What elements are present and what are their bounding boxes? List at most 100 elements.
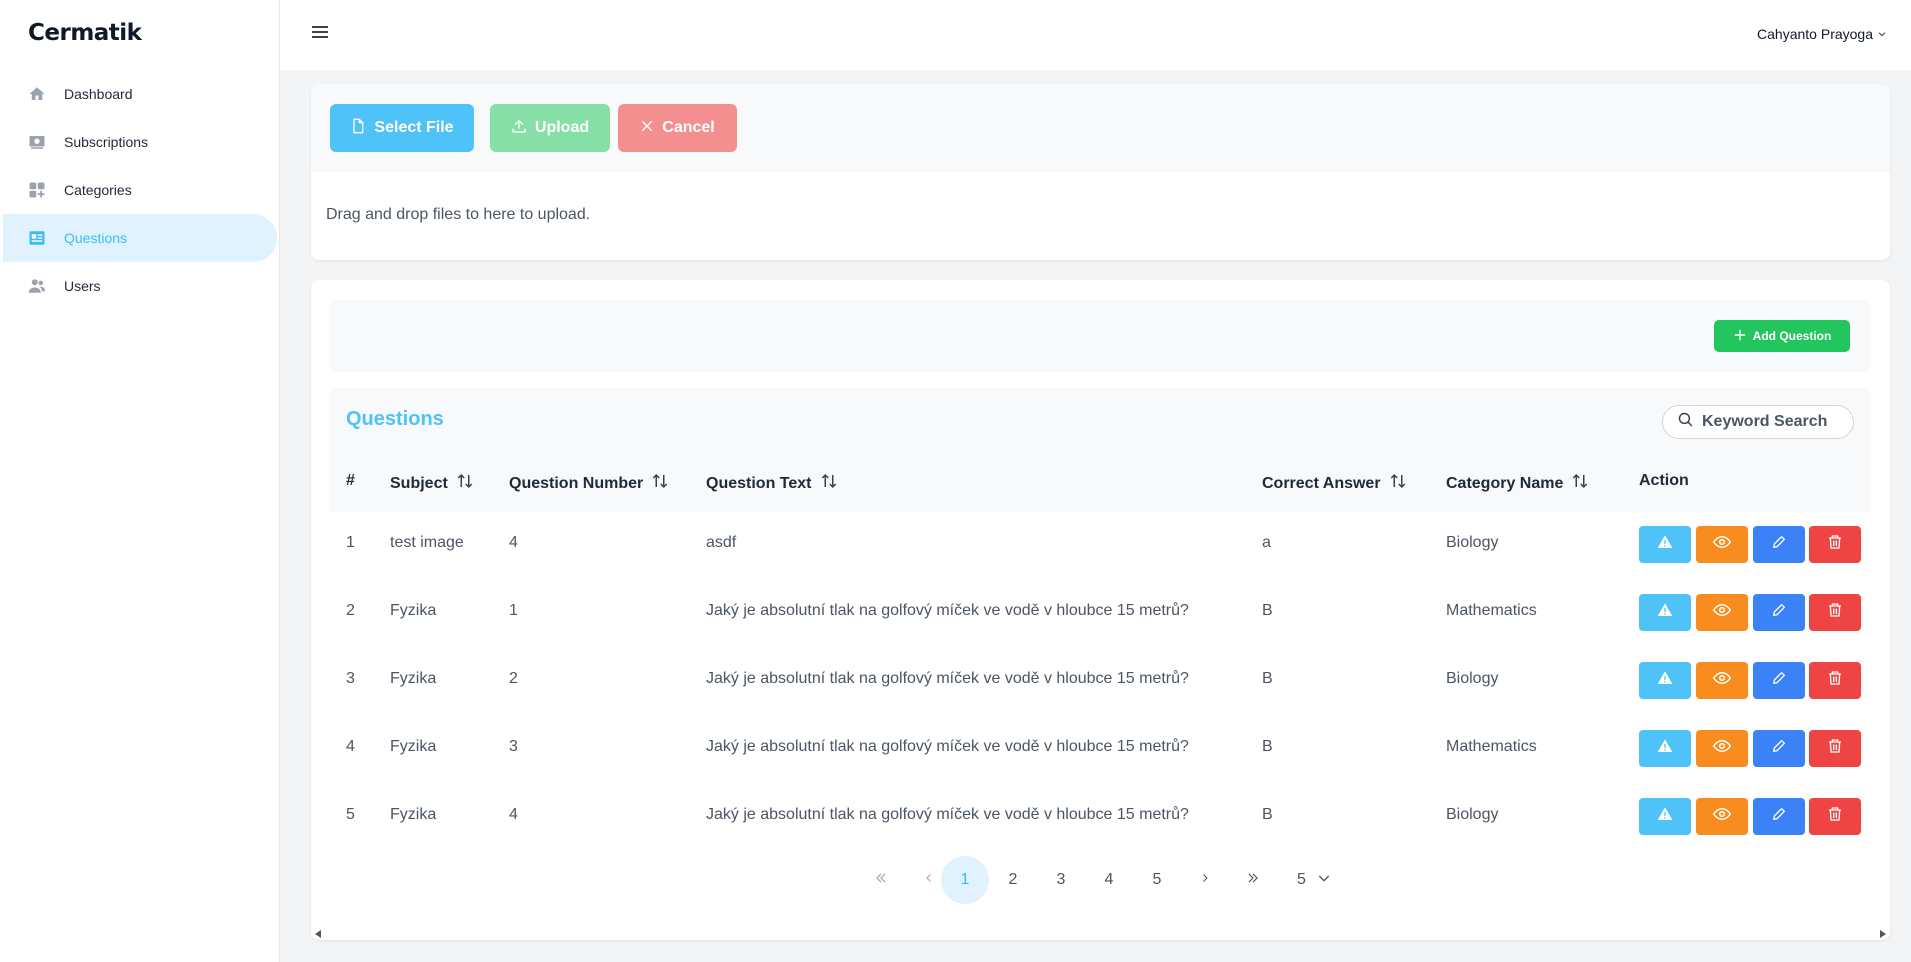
column-header-question-text[interactable]: Question Text [706,472,838,495]
eye-icon [1712,737,1732,760]
sidebar-item-label: Users [64,278,101,294]
page-button-3[interactable]: 3 [1037,856,1085,904]
report-button[interactable] [1639,730,1691,767]
sidebar-item-dashboard[interactable]: Dashboard [0,70,280,118]
delete-button[interactable] [1809,730,1861,767]
last-page-button[interactable] [1229,856,1277,904]
column-header-action: Action [1639,472,1689,490]
next-page-button[interactable] [1181,856,1229,904]
column-header-label: Category Name [1446,474,1564,492]
cell-subject: test image [390,534,464,551]
add-question-label: Add Question [1752,329,1832,343]
warning-icon [1657,806,1673,827]
sidebar-item-label: Questions [64,230,128,246]
horizontal-scrollbar[interactable] [311,928,1890,940]
users-icon [28,277,46,295]
view-button[interactable] [1696,526,1748,563]
file-upload-panel: Select File Upload Cancel Drag and drop … [311,84,1890,260]
column-header-question-number[interactable]: Question Number [509,472,669,495]
delete-button[interactable] [1809,798,1861,835]
eye-icon [1712,805,1732,828]
trash-icon [1827,602,1843,623]
cell-index: 4 [346,738,355,755]
delete-button[interactable] [1809,662,1861,699]
edit-button[interactable] [1753,730,1805,767]
column-header-label: Question Number [509,474,644,492]
sidebar-item-users[interactable]: Users [0,262,280,310]
table-toolbar: Add Question [329,300,1870,372]
sidebar-item-categories[interactable]: Categories [0,166,280,214]
cell-index: 1 [346,534,355,551]
cell-index: 3 [346,670,355,687]
edit-button[interactable] [1753,526,1805,563]
page-button-2[interactable]: 2 [989,856,1037,904]
close-icon [640,119,654,138]
rows-per-page-dropdown[interactable]: 5 [1297,856,1332,904]
delete-button[interactable] [1809,594,1861,631]
column-header-category-name[interactable]: Category Name [1446,472,1589,495]
cancel-button[interactable]: Cancel [618,104,737,152]
report-button[interactable] [1639,662,1691,699]
column-header-correct-answer[interactable]: Correct Answer [1262,472,1407,495]
table-row: 3 Fyzika 2 Jaký je absolutní tlak na gol… [329,648,1870,716]
view-button[interactable] [1696,730,1748,767]
chevron-down-icon [1316,870,1332,891]
cell-correct-answer: B [1262,602,1273,619]
cell-subject: Fyzika [390,806,437,823]
dropzone-text[interactable]: Drag and drop files to here to upload. [326,206,590,224]
add-question-button[interactable]: Add Question [1714,320,1850,352]
sidebar-item-subscriptions[interactable]: Subscriptions [0,118,280,166]
warning-icon [1657,534,1673,555]
view-button[interactable] [1696,798,1748,835]
search-input[interactable] [1702,413,1842,431]
home-icon [28,85,46,103]
warning-icon [1657,738,1673,759]
view-button[interactable] [1696,662,1748,699]
report-button[interactable] [1639,798,1691,835]
sidebar: Cermatik Dashboard Subscriptions Categor… [0,0,280,962]
upload-icon [511,118,527,139]
scroll-right-arrow-icon[interactable] [1880,930,1886,938]
pencil-icon [1771,670,1787,691]
first-page-button[interactable] [857,856,905,904]
sort-icon [820,472,838,495]
select-file-button[interactable]: Select File [330,104,474,152]
scroll-left-arrow-icon[interactable] [315,930,321,938]
report-button[interactable] [1639,594,1691,631]
upload-button[interactable]: Upload [490,104,610,152]
menu-toggle-icon[interactable] [312,26,328,40]
sidebar-item-label: Dashboard [64,86,133,102]
cell-question-text: asdf [706,534,737,551]
table-row: 2 Fyzika 1 Jaký je absolutní tlak na gol… [329,580,1870,648]
cell-question-text: Jaký je absolutní tlak na golfový míček … [706,670,1189,687]
delete-button[interactable] [1809,526,1861,563]
user-menu[interactable]: Cahyanto Prayoga [1757,26,1887,42]
page-button-1[interactable]: 1 [941,856,989,904]
select-file-label: Select File [374,119,454,136]
warning-icon [1657,602,1673,623]
warning-icon [1657,670,1673,691]
search-box[interactable] [1662,405,1854,439]
page-button-5[interactable]: 5 [1133,856,1181,904]
eye-icon [1712,601,1732,624]
pencil-icon [1771,806,1787,827]
sidebar-item-label: Subscriptions [64,134,149,150]
double-chevron-right-icon [1246,871,1260,890]
page-button-4[interactable]: 4 [1085,856,1133,904]
sort-icon [651,472,669,495]
view-button[interactable] [1696,594,1748,631]
subscription-icon [28,133,46,151]
cell-correct-answer: B [1262,806,1273,823]
column-header-subject[interactable]: Subject [390,472,474,495]
report-button[interactable] [1639,526,1691,563]
table-row: 5 Fyzika 4 Jaký je absolutní tlak na gol… [329,784,1870,852]
eye-icon [1712,533,1732,556]
table-header: Questions # Subject Question Number Ques… [329,388,1870,512]
cell-question-number: 2 [509,670,518,687]
edit-button[interactable] [1753,594,1805,631]
cell-question-number: 4 [509,534,518,551]
edit-button[interactable] [1753,798,1805,835]
sidebar-item-questions[interactable]: Questions [3,214,277,262]
table-row: 4 Fyzika 3 Jaký je absolutní tlak na gol… [329,716,1870,784]
edit-button[interactable] [1753,662,1805,699]
